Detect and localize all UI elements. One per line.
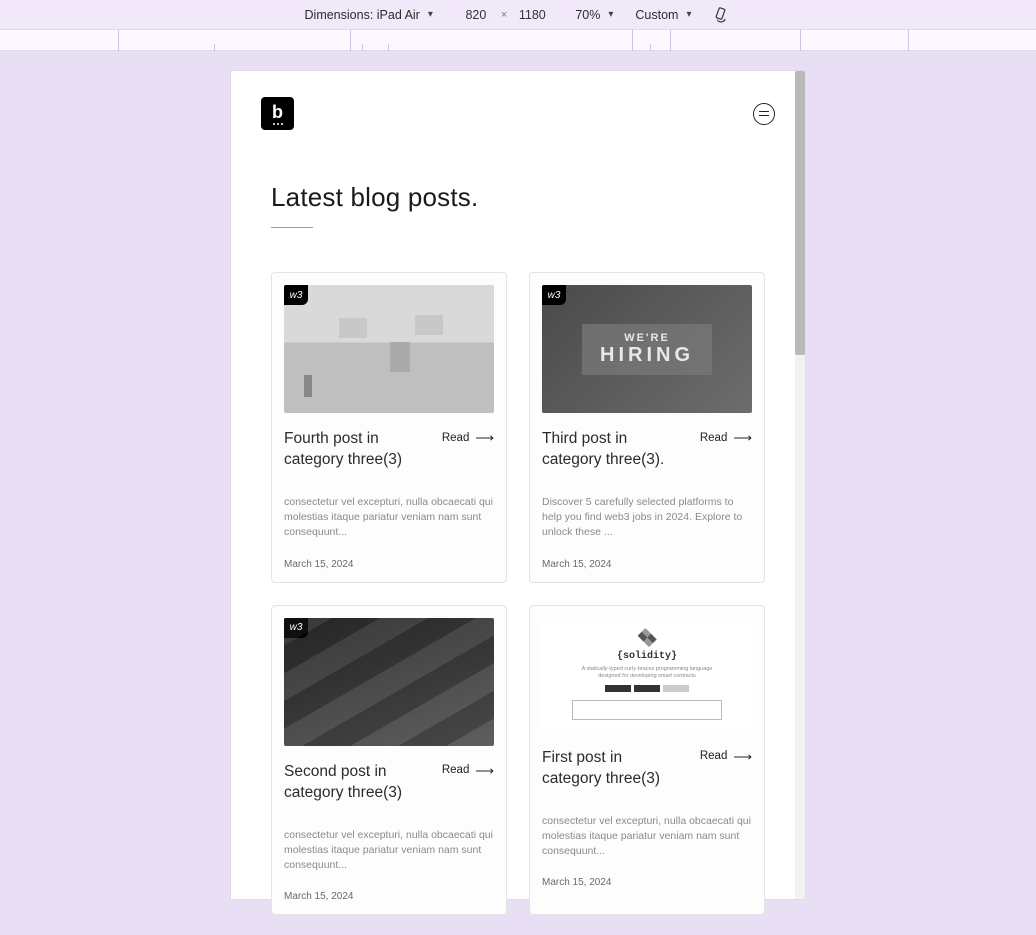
device-viewport: b Latest blog posts. w3 Fourth post in c… bbox=[231, 71, 805, 899]
read-label: Read bbox=[700, 432, 728, 444]
post-excerpt: Discover 5 carefully selected platforms … bbox=[542, 495, 752, 541]
rotate-icon[interactable] bbox=[713, 6, 731, 24]
width-input[interactable] bbox=[455, 6, 497, 24]
throttle-label: Custom bbox=[635, 8, 678, 22]
title-underline bbox=[271, 227, 313, 228]
page-title: Latest blog posts. bbox=[271, 182, 765, 213]
responsive-ruler bbox=[0, 29, 1036, 51]
logo-letter: b bbox=[272, 103, 283, 121]
post-title: First post in category three(3) bbox=[542, 748, 682, 790]
read-link[interactable]: Read ⟶ bbox=[700, 431, 752, 444]
hiring-graphic: WE'RE HIRING bbox=[582, 324, 712, 375]
zoom-select[interactable]: 70% bbox=[575, 8, 613, 22]
logo-dots-icon bbox=[273, 123, 283, 125]
dimension-separator: × bbox=[501, 9, 507, 21]
post-thumbnail: w3 bbox=[284, 285, 494, 413]
post-excerpt: consectetur vel excepturi, nulla obcaeca… bbox=[284, 828, 494, 874]
dimensions-group: × bbox=[455, 6, 553, 24]
site-header: b bbox=[231, 71, 805, 130]
post-thumbnail: w3 WE'RE HIRING bbox=[542, 285, 752, 413]
solidity-code-frame bbox=[572, 700, 722, 719]
hiring-line1: WE'RE bbox=[600, 332, 694, 344]
read-link[interactable]: Read ⟶ bbox=[442, 431, 494, 444]
posts-grid: w3 Fourth post in category three(3) Read… bbox=[271, 272, 765, 915]
post-card[interactable]: w3 WE'RE HIRING Third post in category t… bbox=[529, 272, 765, 583]
device-select-label: Dimensions: iPad Air bbox=[305, 8, 420, 22]
hiring-line2: HIRING bbox=[600, 344, 694, 367]
menu-button[interactable] bbox=[753, 103, 775, 125]
post-date: March 15, 2024 bbox=[542, 559, 752, 570]
arrow-right-icon: ⟶ bbox=[733, 750, 752, 763]
category-badge: w3 bbox=[284, 285, 308, 305]
post-card[interactable]: w3 Fourth post in category three(3) Read… bbox=[271, 272, 507, 583]
throttle-select[interactable]: Custom bbox=[635, 8, 691, 22]
solidity-logo-icon bbox=[637, 628, 656, 647]
zoom-label: 70% bbox=[575, 8, 600, 22]
arrow-right-icon: ⟶ bbox=[475, 431, 494, 444]
device-select[interactable]: Dimensions: iPad Air bbox=[305, 8, 433, 22]
viewport-scrollbar-thumb[interactable] bbox=[795, 71, 805, 355]
post-card[interactable]: w3 Second post in category three(3) Read… bbox=[271, 605, 507, 916]
post-date: March 15, 2024 bbox=[284, 559, 494, 570]
height-input[interactable] bbox=[511, 6, 553, 24]
post-title: Second post in category three(3) bbox=[284, 762, 424, 804]
post-date: March 15, 2024 bbox=[542, 877, 752, 888]
read-link[interactable]: Read ⟶ bbox=[442, 764, 494, 777]
post-excerpt: consectetur vel excepturi, nulla obcaeca… bbox=[542, 814, 752, 860]
page-content: Latest blog posts. w3 Fourth post in cat… bbox=[231, 130, 805, 935]
site-logo[interactable]: b bbox=[261, 97, 294, 130]
solidity-buttons bbox=[605, 685, 689, 692]
post-excerpt: consectetur vel excepturi, nulla obcaeca… bbox=[284, 495, 494, 541]
viewport-scrollbar[interactable] bbox=[795, 71, 805, 899]
post-title: Fourth post in category three(3) bbox=[284, 429, 424, 471]
category-badge: w3 bbox=[284, 618, 308, 638]
post-thumbnail: w3 bbox=[284, 618, 494, 746]
solidity-title: {solidity} bbox=[617, 651, 677, 662]
device-stage: b Latest blog posts. w3 Fourth post in c… bbox=[0, 51, 1036, 925]
post-date: March 15, 2024 bbox=[284, 891, 494, 902]
post-title: Third post in category three(3). bbox=[542, 429, 682, 471]
devtools-device-toolbar: Dimensions: iPad Air × 70% Custom bbox=[0, 0, 1036, 29]
arrow-right-icon: ⟶ bbox=[733, 431, 752, 444]
post-thumbnail: {solidity} A statically-typed curly-brac… bbox=[542, 618, 752, 730]
read-label: Read bbox=[442, 764, 470, 776]
read-label: Read bbox=[442, 432, 470, 444]
read-label: Read bbox=[700, 750, 728, 762]
category-badge: w3 bbox=[542, 285, 566, 305]
arrow-right-icon: ⟶ bbox=[475, 764, 494, 777]
solidity-graphic: {solidity} A statically-typed curly-brac… bbox=[552, 628, 742, 720]
solidity-tagline: A statically-typed curly-braces programm… bbox=[577, 666, 717, 680]
post-card[interactable]: {solidity} A statically-typed curly-brac… bbox=[529, 605, 765, 916]
read-link[interactable]: Read ⟶ bbox=[700, 750, 752, 763]
